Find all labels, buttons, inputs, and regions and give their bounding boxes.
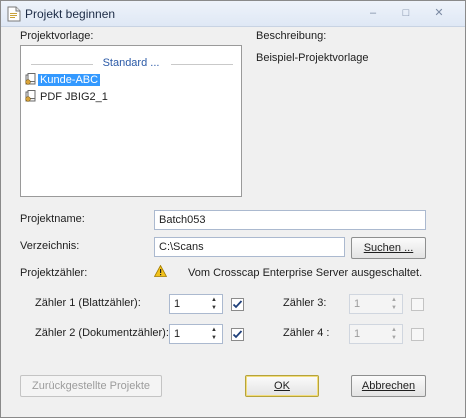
template-item-pdf-jbig2[interactable]: PDF JBIG2_1 <box>25 90 110 104</box>
cancel-button[interactable]: Abbrechen <box>351 375 426 397</box>
warning-icon <box>154 265 167 277</box>
maximize-button[interactable]: □ <box>395 5 417 22</box>
close-button[interactable]: ✕ <box>428 5 450 22</box>
document-icon <box>7 6 21 22</box>
counter-1-stepper[interactable]: 1 ▲ ▼ <box>169 294 223 314</box>
counter-4-checkbox <box>411 328 424 341</box>
counter-1-label: Zähler 1 (Blattzähler): <box>35 297 141 309</box>
counter-3-label: Zähler 3: <box>283 297 327 309</box>
counter-2-value: 1 <box>174 328 181 340</box>
counter-3-checkbox <box>411 298 424 311</box>
ok-button-label: OK <box>274 380 290 392</box>
counter-2-label: Zähler 2 (Dokumentzähler): <box>35 327 169 339</box>
checkmark-icon <box>232 330 243 339</box>
counter-warning-text: Vom Crosscap Enterprise Server ausgescha… <box>188 267 423 279</box>
counter-1-checkbox[interactable] <box>231 298 244 311</box>
window-title: Projekt beginnen <box>25 7 116 21</box>
counter-3-value: 1 <box>354 298 361 310</box>
template-item-label: PDF JBIG2_1 <box>40 91 108 103</box>
spin-down-icon: ▼ <box>391 335 397 341</box>
template-label: Projektvorlage: <box>20 30 94 42</box>
deferred-projects-button[interactable]: Zurückgestellte Projekte <box>20 375 162 397</box>
template-group-title: Standard ... <box>102 57 160 69</box>
spin-up-icon[interactable]: ▲ <box>211 327 219 333</box>
directory-label: Verzeichnis: <box>20 240 80 252</box>
spin-up-icon[interactable]: ▲ <box>211 297 219 303</box>
cancel-button-label: Abbrechen <box>361 380 416 392</box>
counter-1-value: 1 <box>174 298 181 310</box>
spin-up-icon: ▲ <box>391 297 397 303</box>
counter-label: Projektzähler: <box>20 267 88 279</box>
template-item-label: Kunde-ABC <box>38 74 101 86</box>
project-name-input[interactable]: Batch053 <box>154 210 426 230</box>
checkmark-icon <box>232 300 243 309</box>
description-text: Beispiel-Projektvorlage <box>256 52 369 64</box>
minimize-button[interactable]: – <box>362 5 384 22</box>
spin-down-icon[interactable]: ▼ <box>211 335 219 341</box>
description-label: Beschreibung: <box>256 30 327 42</box>
template-icon <box>25 73 36 85</box>
counter-2-checkbox[interactable] <box>231 328 244 341</box>
project-dialog: Projekt beginnen – □ ✕ Projektvorlage: S… <box>0 0 466 418</box>
directory-input[interactable]: C:\Scans <box>154 237 345 257</box>
template-item-kunde-abc[interactable]: Kunde-ABC <box>25 73 101 87</box>
ok-button[interactable]: OK <box>245 375 319 397</box>
browse-button[interactable]: Suchen ... <box>351 237 426 259</box>
spin-up-icon: ▲ <box>391 327 397 333</box>
counter-2-stepper[interactable]: 1 ▲ ▼ <box>169 324 223 344</box>
spin-down-icon: ▼ <box>391 305 397 311</box>
counter-4-value: 1 <box>354 328 361 340</box>
template-icon <box>25 90 36 102</box>
spin-down-icon[interactable]: ▼ <box>211 305 219 311</box>
title-bar[interactable]: Projekt beginnen – □ ✕ <box>1 1 465 27</box>
project-name-label: Projektname: <box>20 213 85 225</box>
browse-button-label: Suchen ... <box>363 242 414 254</box>
counter-3-stepper: 1 ▲ ▼ <box>349 294 403 314</box>
counter-4-label: Zähler 4 : <box>283 327 330 339</box>
template-list[interactable]: Standard ... Kunde-ABC PDF JBIG2_1 <box>20 45 242 197</box>
counter-4-stepper: 1 ▲ ▼ <box>349 324 403 344</box>
